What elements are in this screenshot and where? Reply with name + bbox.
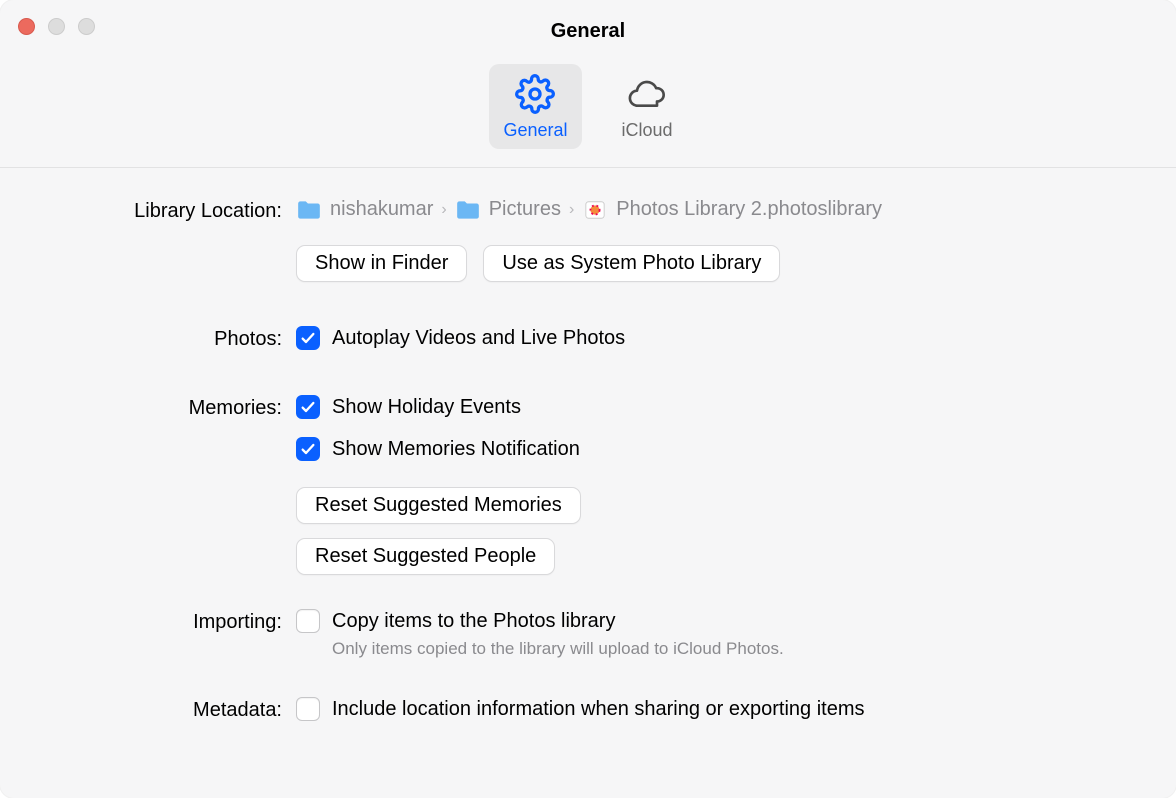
chevron-right-icon: › (569, 201, 574, 219)
checkbox-include-location[interactable] (296, 697, 320, 721)
row-library-location: Library Location: nishakumar › Pictures … (40, 198, 1136, 282)
checkbox-copy-items-label: Copy items to the Photos library (332, 610, 615, 633)
gear-icon (515, 74, 555, 114)
content-area: Library Location: nishakumar › Pictures … (0, 168, 1176, 762)
cloud-icon (627, 74, 667, 114)
close-window-button[interactable] (18, 18, 35, 35)
folder-icon (455, 199, 481, 221)
minimize-window-button[interactable] (48, 18, 65, 35)
checkbox-include-location-label: Include location information when sharin… (332, 698, 865, 721)
preferences-window: General General iCloud Library Location: (0, 0, 1176, 798)
tab-general-label: General (503, 120, 567, 141)
breadcrumb-part: Photos Library 2.photoslibrary (616, 198, 882, 221)
use-system-library-button[interactable]: Use as System Photo Library (483, 245, 780, 282)
breadcrumb-part: Pictures (489, 198, 561, 221)
checkbox-memories-notification[interactable] (296, 437, 320, 461)
show-in-finder-button[interactable]: Show in Finder (296, 245, 467, 282)
tab-general[interactable]: General (489, 64, 581, 149)
row-memories: Memories: Show Holiday Events Show Memor… (40, 395, 1136, 575)
photos-library-icon (582, 199, 608, 221)
window-title: General (0, 6, 1176, 43)
reset-suggested-memories-button[interactable]: Reset Suggested Memories (296, 487, 581, 524)
checkbox-autoplay[interactable] (296, 326, 320, 350)
copy-items-subtext: Only items copied to the library will up… (332, 639, 1136, 659)
checkbox-holiday-events[interactable] (296, 395, 320, 419)
traffic-lights (18, 18, 95, 35)
row-importing: Importing: Copy items to the Photos libr… (40, 609, 1136, 659)
tab-icloud-label: iCloud (622, 120, 673, 141)
fullscreen-window-button[interactable] (78, 18, 95, 35)
tab-icloud[interactable]: iCloud (608, 64, 687, 149)
library-path-breadcrumb: nishakumar › Pictures › Photos Library 2… (296, 198, 1136, 221)
reset-suggested-people-button[interactable]: Reset Suggested People (296, 538, 555, 575)
breadcrumb-part: nishakumar (330, 198, 433, 221)
label-memories: Memories: (40, 395, 296, 420)
titlebar: General (0, 0, 1176, 48)
folder-icon (296, 199, 322, 221)
checkbox-autoplay-label: Autoplay Videos and Live Photos (332, 327, 625, 350)
row-metadata: Metadata: Include location information w… (40, 697, 1136, 722)
chevron-right-icon: › (441, 201, 446, 219)
row-photos: Photos: Autoplay Videos and Live Photos (40, 326, 1136, 351)
toolbar-tabs: General iCloud (0, 48, 1176, 168)
label-photos: Photos: (40, 326, 296, 351)
label-library-location: Library Location: (40, 198, 296, 223)
checkbox-memories-notif-label: Show Memories Notification (332, 438, 580, 461)
label-importing: Importing: (40, 609, 296, 634)
label-metadata: Metadata: (40, 697, 296, 722)
checkbox-holiday-label: Show Holiday Events (332, 396, 521, 419)
checkbox-copy-items[interactable] (296, 609, 320, 633)
